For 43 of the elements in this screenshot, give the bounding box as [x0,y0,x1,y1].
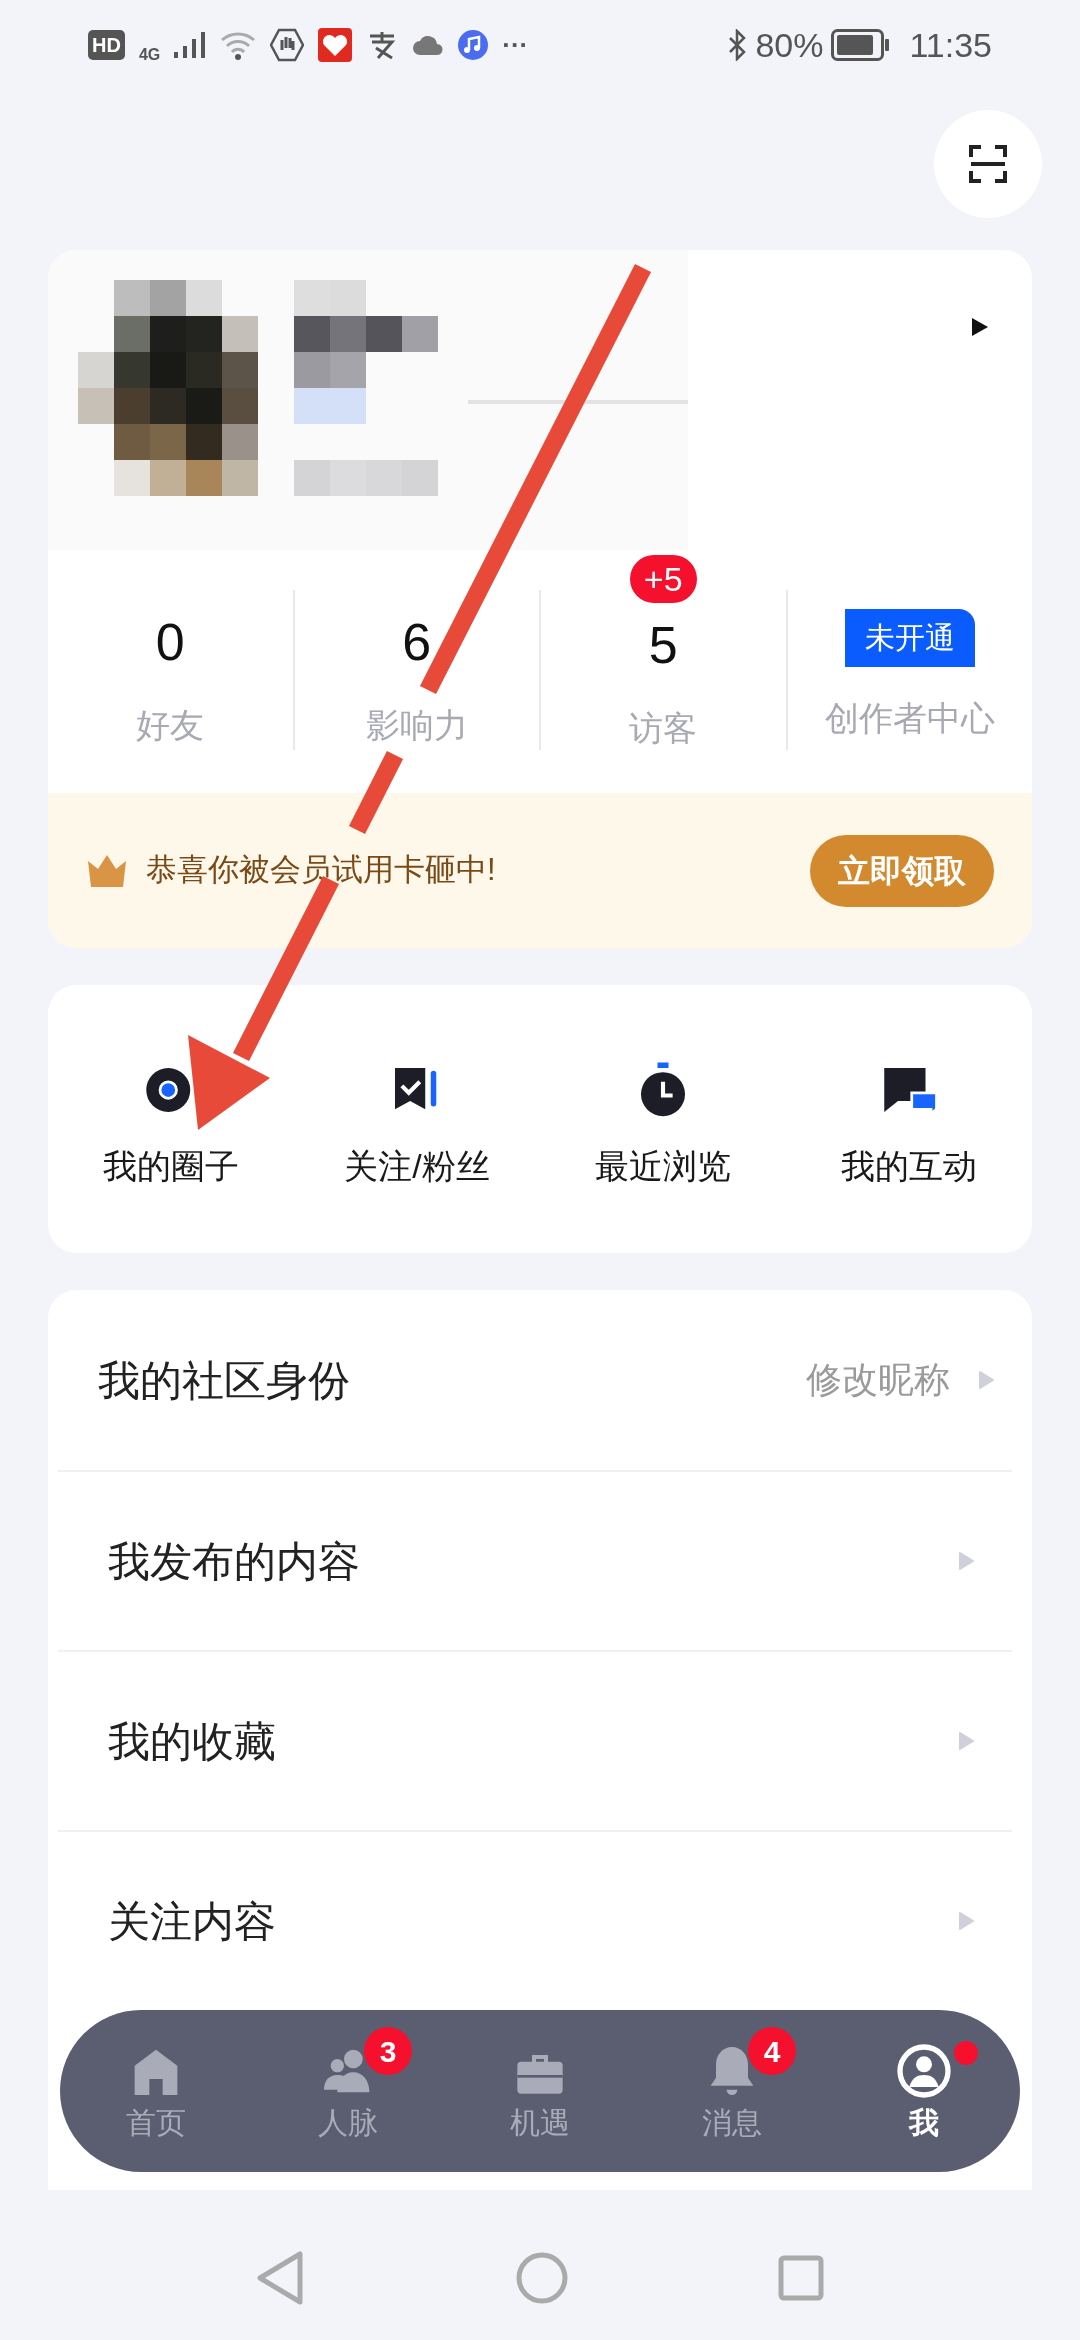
network-type: 4G [138,45,161,65]
hd-indicator: HD [88,30,125,60]
stat-value: 5 [648,615,678,676]
more-notifications: ··· [502,28,529,62]
clock-time: 11:35 [909,24,992,66]
visitor-badge: +5 [629,555,697,603]
chevron-right-icon [978,1370,994,1390]
quick-action[interactable]: 关注/粉丝 [294,1046,540,1192]
menu-item[interactable]: 我的社区身份 [98,1348,350,1412]
status-tag[interactable]: 未开通 [844,609,975,667]
cloud-icon [412,34,445,56]
back-icon[interactable] [256,2249,306,2306]
wifi-icon [220,30,257,60]
stat-value: 0 [155,612,185,673]
signal-icon [174,30,207,60]
stat-value: 6 [402,612,432,673]
tab-item[interactable]: 消息 4 [636,2023,828,2143]
tab-item[interactable]: 首页 [60,2023,252,2143]
bluetooth-icon [727,29,748,61]
chevron-right-icon [958,1731,974,1751]
menu-item[interactable]: 我的收藏 [108,1709,276,1773]
chevron-right-icon [958,1551,974,1571]
hand-icon [270,28,305,62]
count-badge: 3 [364,2027,412,2075]
scan-icon [969,145,1007,183]
menu-item[interactable]: 关注内容 [108,1889,276,1953]
tab-item[interactable]: 人脉 3 [252,2023,444,2143]
play-icon[interactable] [970,316,990,338]
claim-button[interactable]: 立即领取 [810,834,994,907]
home-circle-icon[interactable] [516,2251,568,2304]
chevron-right-icon [958,1911,974,1931]
edit-nickname-link[interactable]: 修改昵称 [806,1353,950,1407]
menu-item[interactable]: 我发布的内容 [108,1529,360,1593]
tab-item[interactable]: 机遇 [444,2023,636,2143]
count-badge: 4 [748,2027,796,2075]
quick-action[interactable]: 我的互动 [786,1046,1032,1192]
music-icon [458,30,489,60]
tab-item[interactable]: 我 [828,2023,1020,2143]
quick-action[interactable]: 我的圈子 [48,1046,294,1192]
recents-icon[interactable] [778,2254,824,2301]
battery-percent: 80% [755,24,824,66]
battery-icon [831,29,892,61]
quick-action[interactable]: 最近浏览 [540,1046,786,1192]
